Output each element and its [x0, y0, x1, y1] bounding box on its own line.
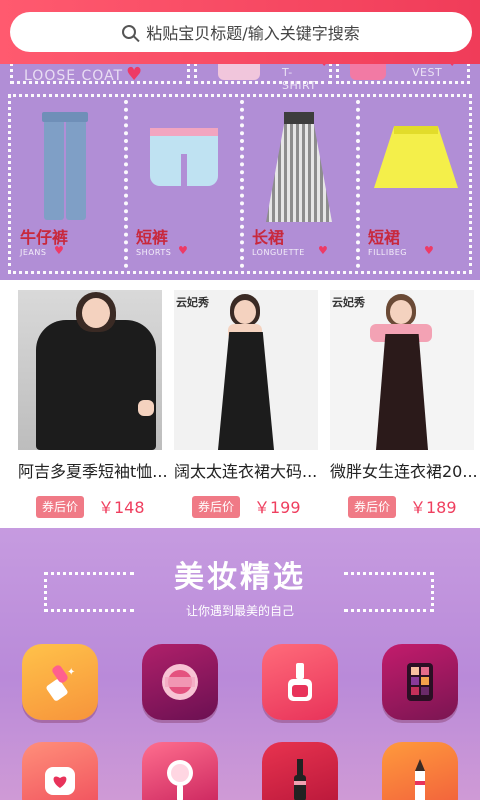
long-skirt-image — [266, 112, 332, 222]
product-card[interactable]: 云妃秀 阔太太连衣裙大码... 券后价 ￥199 — [174, 290, 318, 520]
beauty-icon-nail-polish[interactable] — [262, 644, 338, 720]
product-image: 云妃秀 — [174, 290, 318, 450]
coupon-badge: 券后价 — [348, 496, 397, 518]
section-title: 美妆精选 — [174, 560, 306, 595]
beauty-icon-eyebrow-pencil[interactable] — [382, 742, 458, 800]
cream-jar-icon — [22, 742, 98, 800]
beauty-icon-mirror[interactable] — [142, 742, 218, 800]
product-image: 云妃秀 — [330, 290, 474, 450]
product-title: 阿吉多夏季短袖t恤... — [18, 462, 168, 481]
category-en-name: SHORTS — [136, 248, 172, 257]
coupon-badge: 券后价 — [192, 496, 241, 518]
category-en-name: LONGUETTE — [252, 248, 305, 257]
top-bar: 粘贴宝贝标题/输入关键字搜索 — [0, 0, 480, 64]
product-image — [18, 290, 162, 450]
heart-icon: ♥ — [178, 244, 188, 257]
mirror-icon — [142, 742, 218, 800]
clothing-category-panel: LOOSE COAT ♥ T-SHIRT ♥ VEST ♥ 牛仔裤 JEANS … — [0, 48, 480, 280]
search-placeholder: 粘贴宝贝标题/输入关键字搜索 — [146, 24, 360, 43]
brand-logo: 云妃秀 — [332, 296, 365, 309]
product-card[interactable]: 云妃秀 微胖女生连衣裙20... 券后价 ￥189 — [330, 290, 478, 520]
loose-coat-label[interactable]: LOOSE COAT — [24, 68, 123, 84]
beauty-icon-cream[interactable] — [22, 742, 98, 800]
category-grid: 牛仔裤 JEANS ♥ 短裤 SHORTS ♥ 长裙 LONGUETTE ♥ 短… — [12, 100, 468, 268]
brand-logo: 云妃秀 — [176, 296, 209, 309]
product-title: 微胖女生连衣裙20... — [330, 462, 478, 481]
product-price: ￥148 — [98, 498, 145, 517]
vest-label: VEST — [412, 66, 443, 79]
category-en-name: FILLIBEG — [368, 248, 407, 257]
category-short-skirt[interactable]: 短裙 FILLIBEG ♥ — [360, 100, 474, 268]
product-card[interactable]: 阿吉多夏季短袖t恤... 券后价 ￥148 — [18, 290, 168, 520]
category-name: 长裙 — [252, 228, 285, 247]
jeans-image — [42, 112, 88, 220]
lipstick-icon: ✦ — [22, 644, 98, 720]
powder-compact-icon — [142, 644, 218, 720]
tshirt-label: T-SHIRT — [282, 66, 317, 92]
category-jeans[interactable]: 牛仔裤 JEANS ♥ — [12, 100, 126, 268]
heart-icon: ♥ — [318, 244, 328, 257]
short-skirt-image — [374, 126, 458, 188]
category-long-skirt[interactable]: 长裙 LONGUETTE ♥ — [244, 100, 358, 268]
mascara-icon — [262, 742, 338, 800]
beauty-icon-powder[interactable] — [142, 644, 218, 720]
section-subtitle: 让你遇到最美的自己 — [185, 604, 294, 618]
category-name: 短裙 — [368, 228, 401, 247]
beauty-icon-mascara[interactable] — [262, 742, 338, 800]
category-shorts[interactable]: 短裤 SHORTS ♥ — [128, 100, 242, 268]
eyebrow-pencil-icon — [382, 742, 458, 800]
product-title: 阔太太连衣裙大码... — [174, 462, 318, 481]
product-list: 阿吉多夏季短袖t恤... 券后价 ￥148 云妃秀 阔太太连衣裙大码... 券后… — [0, 280, 480, 528]
search-input[interactable]: 粘贴宝贝标题/输入关键字搜索 — [10, 12, 472, 52]
beauty-section: 美妆精选 让你遇到最美的自己 ✦ — [0, 528, 480, 800]
beauty-icon-lipstick[interactable]: ✦ — [22, 644, 98, 720]
product-price: ￥199 — [254, 498, 301, 517]
category-name: 短裤 — [136, 228, 169, 247]
product-price: ￥189 — [410, 498, 457, 517]
shorts-image — [150, 128, 218, 186]
heart-icon: ♥ — [54, 244, 64, 257]
eyeshadow-palette-icon — [382, 644, 458, 720]
search-icon — [122, 25, 137, 39]
heart-icon: ♥ — [126, 64, 143, 85]
svg-text:✦: ✦ — [67, 667, 75, 678]
heart-icon: ♥ — [424, 244, 434, 257]
nail-polish-icon — [262, 644, 338, 720]
coupon-badge: 券后价 — [36, 496, 85, 518]
category-en-name: JEANS — [20, 248, 47, 257]
beauty-icon-palette[interactable] — [382, 644, 458, 720]
